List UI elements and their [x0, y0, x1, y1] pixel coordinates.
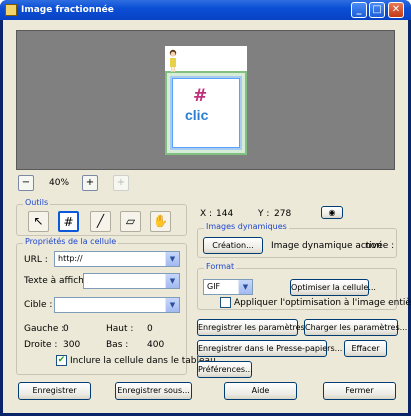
- right-value: 300: [63, 340, 81, 350]
- cell-glyph: #: [193, 86, 208, 106]
- slice-tool-icon[interactable]: #: [58, 211, 79, 232]
- app-icon: [5, 4, 17, 16]
- dynamic-images-legend: Images dynamiques: [204, 222, 289, 231]
- left-value: 0: [63, 324, 69, 334]
- url-label: URL :: [24, 255, 48, 265]
- create-button[interactable]: Création...: [203, 237, 263, 254]
- close-button[interactable]: Fermer: [323, 382, 396, 400]
- pen-tool-icon[interactable]: ╱: [90, 211, 111, 232]
- tools-group: Outils ↖ # ╱ ▱ ✋: [16, 198, 187, 236]
- save-params-button[interactable]: Enregistrer les paramètres...: [197, 319, 312, 336]
- left-label: Gauche :: [24, 324, 65, 334]
- clear-button[interactable]: Effacer: [344, 340, 387, 357]
- target-combo[interactable]: ▼: [54, 297, 180, 313]
- save-as-button[interactable]: Enregistrer sous...: [115, 382, 192, 400]
- zoom-fit-icon[interactable]: +: [113, 175, 129, 191]
- chevron-down-icon[interactable]: ▼: [238, 280, 252, 294]
- include-cell-checkbox[interactable]: ✔: [56, 355, 67, 366]
- dialog-window: Image fractionnée _ □ ✕ # clic − 40% + +: [0, 0, 411, 416]
- preview-canvas[interactable]: # clic: [16, 30, 395, 170]
- chevron-down-icon[interactable]: ▼: [165, 252, 179, 266]
- target-label: Cible :: [24, 300, 53, 310]
- zoom-out-icon[interactable]: −: [18, 175, 34, 191]
- dialog-client: # clic − 40% + + Outils ↖ # ╱ ▱ ✋ X : 14…: [3, 20, 411, 413]
- top-label: Haut :: [106, 324, 134, 334]
- close-window-button[interactable]: ✕: [388, 2, 404, 18]
- minimize-button[interactable]: _: [351, 2, 367, 18]
- format-value: GIF: [207, 282, 221, 291]
- apply-optimization-label: Appliquer l'optimisation à l'image entiè…: [234, 298, 411, 308]
- dynamic-status-value: non: [365, 241, 382, 251]
- format-legend: Format: [204, 262, 237, 271]
- x-label: X :: [200, 209, 213, 219]
- cell-properties-legend: Propriétés de la cellule: [23, 237, 119, 246]
- character-icon: [169, 49, 177, 72]
- bottom-value: 400: [147, 340, 165, 350]
- url-value: http://: [58, 254, 83, 263]
- save-clipboard-button[interactable]: Enregistrer dans le Presse-papiers...: [197, 340, 342, 357]
- title-bar[interactable]: Image fractionnée _ □ ✕: [0, 0, 411, 20]
- format-select[interactable]: GIF ▼: [203, 279, 253, 295]
- right-label: Droite :: [24, 340, 58, 350]
- zoom-in-icon[interactable]: +: [82, 175, 98, 191]
- text-combo[interactable]: ▼: [83, 273, 180, 289]
- x-value: 144: [216, 209, 234, 219]
- hand-tool-icon[interactable]: ✋: [150, 211, 171, 232]
- preferences-button[interactable]: Préférences...: [197, 361, 253, 378]
- tools-legend: Outils: [23, 198, 51, 207]
- y-value: 278: [274, 209, 292, 219]
- window-title: Image fractionnée: [21, 5, 114, 15]
- zoom-level: 40%: [49, 178, 70, 188]
- bottom-label: Bas :: [106, 340, 129, 350]
- cell-text: clic: [185, 107, 209, 123]
- pointer-tool-icon[interactable]: ↖: [28, 211, 49, 232]
- y-label: Y :: [258, 209, 270, 219]
- top-value: 0: [147, 324, 153, 334]
- url-combo[interactable]: http:// ▼: [54, 251, 180, 267]
- save-button[interactable]: Enregistrer: [18, 382, 91, 400]
- chevron-down-icon[interactable]: ▼: [165, 274, 179, 288]
- optimize-cell-button[interactable]: Optimiser la cellule...: [290, 279, 376, 296]
- chevron-down-icon[interactable]: ▼: [165, 298, 179, 312]
- load-params-button[interactable]: Charger les paramètres...: [304, 319, 407, 336]
- help-button[interactable]: Aide: [224, 382, 297, 400]
- include-cell-label: Inclure la cellule dans le tableau: [70, 356, 216, 366]
- apply-optimization-checkbox[interactable]: [220, 297, 231, 308]
- eraser-tool-icon[interactable]: ▱: [120, 211, 141, 232]
- maximize-button[interactable]: □: [369, 2, 385, 18]
- eye-icon[interactable]: ◉: [321, 206, 343, 219]
